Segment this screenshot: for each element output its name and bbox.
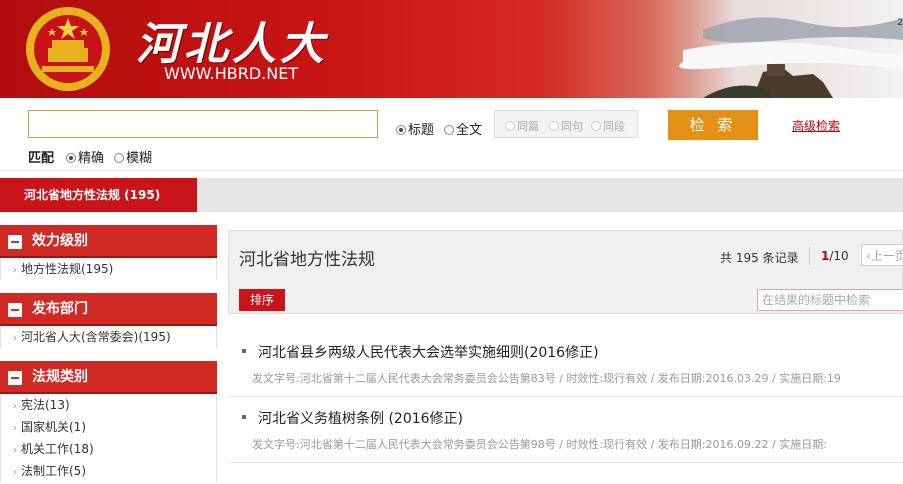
chevron-right-icon: › [13,333,17,344]
corner-mark: 2 [897,18,903,28]
proximity-option-same-doc: 同篇 [505,118,539,134]
sidebar-group-effect-level[interactable]: 效力级别 [0,225,217,258]
chevron-right-icon: › [13,401,17,412]
page-indicator: 1/10 [821,249,849,263]
scope-option-fulltext[interactable]: 全文 [444,119,482,138]
total-count: 共 195 条记录 [720,251,799,265]
radio-selected-icon [396,125,406,135]
collapse-icon[interactable] [8,303,22,317]
sidebar-item[interactable]: › 地方性法规(195) [1,258,216,280]
search-input[interactable] [28,110,378,138]
divider [809,247,810,265]
page-title: 河北省地方性法规 [239,250,375,270]
filter-sidebar: 效力级别 › 地方性法规(195) 发布部门 › 河北省人大(含常委会)(195) … [0,225,217,482]
bullet-icon [242,415,246,419]
results-header-panel: 河北省地方性法规 共 195 条记录 1/10 ‹上一页 排序 在结果的标题中检… [228,230,903,314]
sidebar-item[interactable]: › 河北省人大(含常委会)(195) [1,326,216,348]
sidebar-group-items: › 地方性法规(195) [0,258,217,280]
sort-button[interactable]: 排序 [239,289,285,311]
chevron-right-icon: › [13,423,17,434]
divider [228,396,903,397]
radio-unselected-icon [114,153,124,163]
match-option-fuzzy[interactable]: 模糊 [114,147,152,166]
radio-disabled-icon [591,121,601,131]
sidebar-item[interactable]: › 机关工作(18) [1,438,216,460]
advanced-search-link[interactable]: 高级检索 [792,117,840,134]
search-button[interactable]: 检 索 [668,110,758,140]
national-emblem-icon [26,7,110,91]
results-main: 河北省地方性法规 共 195 条记录 1/10 ‹上一页 排序 在结果的标题中检… [228,230,903,469]
site-brand-title: 河北人大 [136,19,328,70]
site-banner: 河北人大 WWW.HBRD.NET 2 [0,0,903,98]
collapse-icon[interactable] [8,235,22,249]
radio-disabled-icon [505,121,515,131]
radio-selected-icon [66,153,76,163]
match-label: 匹配 [28,151,55,166]
chevron-right-icon: › [13,265,17,276]
result-meta: 发文字号:河北省第十二届人民代表大会常务委员会公告第98号 / 时效性:现行有效… [252,438,827,451]
radio-unselected-icon [444,125,454,135]
sidebar-item[interactable]: › 法制工作(5) [1,460,216,482]
filter-in-results-input[interactable]: 在结果的标题中检索 [757,289,903,311]
divider [228,462,903,463]
category-tab-bar: 河北省地方性法规 (195) [0,178,903,212]
proximity-option-same-sentence: 同句 [549,118,583,134]
chevron-right-icon: › [13,445,17,456]
bullet-icon [242,349,246,353]
result-title-link[interactable]: 河北省县乡两级人民代表大会选举实施细则(2016修正) [258,342,599,362]
result-title-link[interactable]: 河北省义务植树条例 (2016修正) [258,408,463,428]
site-url: WWW.HBRD.NET [164,64,299,83]
great-wall-scenery-image [643,0,903,98]
tab-local-regulations[interactable]: 河北省地方性法规 (195) [0,178,197,212]
sidebar-group-category[interactable]: 法规类别 [0,361,217,394]
search-bar: 标题 全文 同篇 同句 同段 检 索 高级检索 匹配 精确 模糊 [0,98,903,171]
sidebar-item[interactable]: › 宪法(13) [1,394,216,416]
sidebar-group-items: › 河北省人大(含常委会)(195) [0,326,217,348]
prev-page-button[interactable]: ‹上一页 [861,244,903,266]
proximity-options-box: 同篇 同句 同段 [494,110,638,138]
result-meta: 发文字号:河北省第十二届人民代表大会常务委员会公告第83号 / 时效性:现行有效… [252,372,841,385]
sidebar-group-issuer[interactable]: 发布部门 [0,293,217,326]
match-option-exact[interactable]: 精确 [66,147,104,166]
proximity-option-same-paragraph: 同段 [591,118,625,134]
collapse-icon[interactable] [8,371,22,385]
radio-disabled-icon [549,121,559,131]
scope-option-title[interactable]: 标题 [396,119,434,138]
sidebar-item[interactable]: › 国家机关(1) [1,416,216,438]
